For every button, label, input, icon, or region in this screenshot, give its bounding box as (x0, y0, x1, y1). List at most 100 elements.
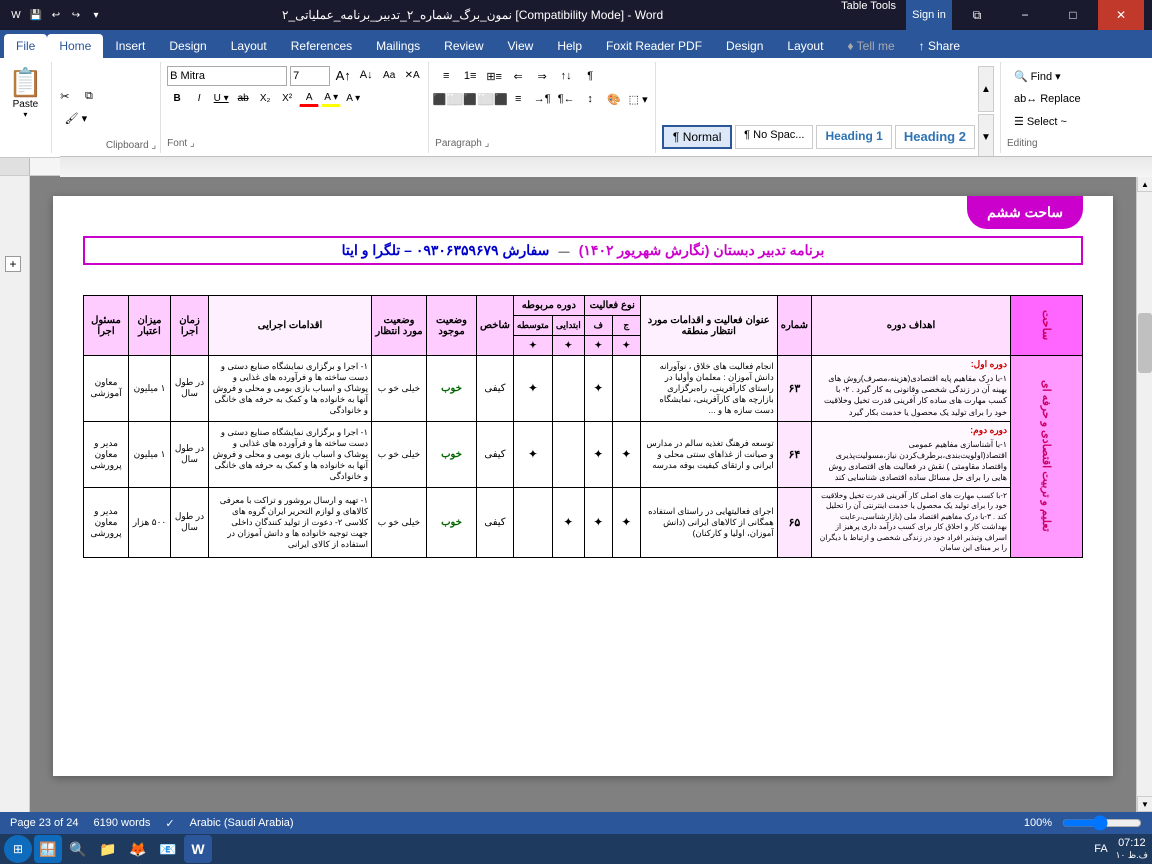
font-row1: A↑ A↓ Aa ✕A (167, 66, 422, 86)
increase-indent[interactable]: ⇒ (531, 66, 553, 86)
tab-home[interactable]: Home (47, 34, 103, 58)
col-now-sub1: ج (612, 316, 640, 336)
taskbar-folder-icon[interactable]: 📁 (94, 835, 122, 863)
minimize-button[interactable]: − (1002, 0, 1048, 30)
replace-button[interactable]: ab↔ Replace (1007, 89, 1095, 109)
tab-references[interactable]: References (279, 34, 364, 58)
tab-tell-me[interactable]: ♦ Tell me (835, 34, 906, 58)
highlight-button[interactable]: A ▾ (321, 89, 341, 107)
saht-cell-1: تعلیم و تربیت اقتصادی و حرفه ای (1011, 356, 1083, 558)
now-j-1 (612, 356, 640, 422)
font-size-input[interactable] (290, 66, 330, 86)
close-button[interactable]: ✕ (1098, 0, 1144, 30)
decrease-indent[interactable]: ⇐ (507, 66, 529, 86)
grow-font-button[interactable]: A↑ (333, 66, 353, 84)
scroll-down-button[interactable]: ▼ (1137, 796, 1152, 812)
save-icon[interactable]: 💾 (28, 7, 44, 23)
font-color-button[interactable]: A (299, 89, 319, 107)
tab-design[interactable]: Design (157, 34, 218, 58)
bold-button[interactable]: B (167, 89, 187, 107)
select-button[interactable]: ☰ Select ~ (1007, 111, 1095, 132)
style-h1[interactable]: Heading 1 (816, 125, 891, 149)
tab-table-layout[interactable]: Layout (775, 34, 835, 58)
show-formatting[interactable]: ¶ (579, 66, 601, 86)
change-case-button[interactable]: Aa (379, 66, 399, 84)
multilevel-button[interactable]: ⊞≡ (483, 66, 505, 86)
sort-button[interactable]: ↑↓ (555, 66, 577, 86)
taskbar-firefox-icon[interactable]: 🦊 (124, 835, 152, 863)
borders-button[interactable]: ⬚ ▾ (627, 89, 649, 109)
clipboard-mini: ✂ ⧉ 🖌 ▾ (52, 62, 102, 153)
bullet-button[interactable]: ≡ (435, 66, 457, 86)
shrink-font-button[interactable]: A↓ (356, 66, 376, 84)
subscript-button[interactable]: X₂ (255, 89, 275, 107)
styles-down-button[interactable]: ▼ (978, 114, 994, 160)
taskbar-word-icon[interactable]: W (184, 835, 212, 863)
format-painter-button[interactable]: 🖌 ▾ (54, 109, 98, 129)
copy-button[interactable]: ⧉ (78, 87, 100, 107)
line-spacing[interactable]: ↕ (579, 89, 601, 109)
maximize-button[interactable]: □ (1050, 0, 1096, 30)
clear-format-button[interactable]: ✕A (402, 66, 422, 84)
clock-date: ف.ظ ۱۰ (1116, 850, 1148, 862)
rtl-text[interactable]: →¶ (531, 89, 553, 109)
dore-title-1: دوره اول: (815, 359, 1007, 370)
font-name-input[interactable] (167, 66, 287, 86)
numbering-button[interactable]: 1≡ (459, 66, 481, 86)
scroll-up-button[interactable]: ▲ (1137, 176, 1152, 192)
now-f-1: ✦ (584, 356, 612, 422)
justify[interactable]: ≡ (507, 89, 529, 109)
tab-review[interactable]: Review (432, 34, 495, 58)
find-label: Find (1031, 71, 1052, 83)
tab-mailings[interactable]: Mailings (364, 34, 432, 58)
tab-foxit[interactable]: Foxit Reader PDF (594, 34, 714, 58)
time-display: 07:12 ف.ظ ۱۰ (1116, 836, 1148, 862)
daure-ab-3: ✦ (552, 487, 584, 557)
align-center[interactable]: ⬜⬛⬜ (459, 89, 481, 109)
ribbon-tabs: File Home Insert Design Layout Reference… (0, 30, 1152, 58)
strikethrough-button[interactable]: ab (233, 89, 253, 107)
italic-button[interactable]: I (189, 89, 209, 107)
scroll-thumb[interactable] (1138, 313, 1152, 373)
zaman-header-label: زمان اجرا (179, 315, 200, 337)
style-h2[interactable]: Heading 2 (895, 125, 975, 149)
ruler-horizontal (60, 156, 1152, 177)
paste-arrow[interactable]: ▾ (23, 110, 27, 119)
find-button[interactable]: 🔍 Find ▾ (1007, 66, 1095, 87)
tab-insert[interactable]: Insert (103, 34, 157, 58)
taskbar-search-icon[interactable]: 🔍 (64, 835, 92, 863)
shaakhs-2: کیفی (477, 421, 514, 487)
now-f-3: ✦ (584, 487, 612, 557)
style-nospace[interactable]: ¶ No Spac... (735, 125, 813, 149)
superscript-button[interactable]: X² (277, 89, 297, 107)
more-icon[interactable]: ▾ (88, 7, 104, 23)
underline-button[interactable]: U ▾ (211, 89, 231, 107)
tab-table-design[interactable]: Design (714, 34, 775, 58)
tab-view[interactable]: View (496, 34, 546, 58)
align-right[interactable]: ⬜⬛ (483, 89, 505, 109)
undo-icon[interactable]: ↩ (48, 7, 64, 23)
taskbar-ie-icon[interactable]: 🪟 (34, 835, 62, 863)
style-normal[interactable]: ¶ Normal (662, 125, 732, 149)
onvan-cell-2: توسعه فرهنگ تغذیه سالم در مدارس و صیانت … (640, 421, 777, 487)
shading-button[interactable]: 🎨 (603, 89, 625, 109)
paste-button[interactable]: 📋 Paste ▾ (0, 62, 52, 153)
styles-up-button[interactable]: ▲ (978, 66, 994, 112)
vertical-scrollbar[interactable]: ▲ ▼ (1136, 176, 1152, 812)
ltr-text[interactable]: ¶← (555, 89, 577, 109)
taskbar-email-icon[interactable]: 📧 (154, 835, 182, 863)
col-header-shomare: شماره (777, 296, 811, 356)
add-table-row-button[interactable]: + (5, 256, 21, 272)
quick-access-toolbar: W 💾 ↩ ↪ ▾ (8, 7, 104, 23)
tab-layout[interactable]: Layout (219, 34, 279, 58)
zoom-slider[interactable] (1062, 815, 1142, 831)
tab-share[interactable]: ↑ Share (907, 34, 972, 58)
sign-in-button[interactable]: Sign in (906, 0, 952, 30)
redo-icon[interactable]: ↪ (68, 7, 84, 23)
restore-button[interactable]: ⧉ (954, 0, 1000, 30)
start-button[interactable]: ⊞ (4, 835, 32, 863)
tab-file[interactable]: File (4, 34, 47, 58)
text-effects-button[interactable]: A ▾ (343, 89, 363, 107)
tab-help[interactable]: Help (545, 34, 594, 58)
cut-button[interactable]: ✂ (54, 87, 76, 107)
